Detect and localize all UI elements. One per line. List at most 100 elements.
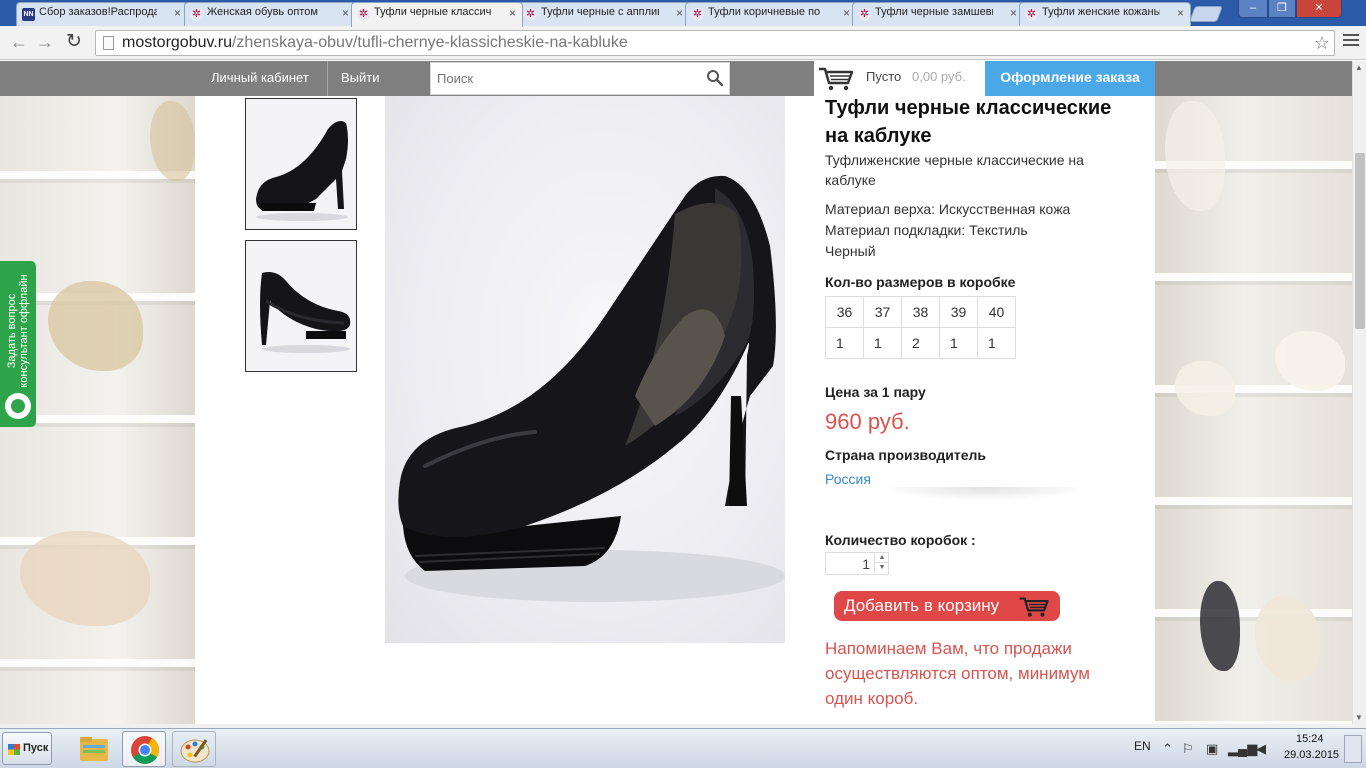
start-button[interactable]: Пуск: [2, 732, 52, 765]
browser-tab[interactable]: ✲ Туфли женские кожаные ×: [1019, 2, 1191, 26]
action-center-flag-icon[interactable]: ⚐: [1182, 741, 1194, 757]
back-arrow-icon[interactable]: ←: [10, 32, 28, 52]
size-cell: 37: [863, 296, 902, 328]
consultant-line-2: консультант оффлайн: [18, 274, 30, 388]
close-tab-icon[interactable]: ×: [174, 6, 181, 20]
volume-icon[interactable]: ◀: [1256, 741, 1266, 757]
add-to-cart-button[interactable]: Добавить в корзину: [834, 591, 1060, 621]
usb-device-icon[interactable]: ▣: [1206, 741, 1218, 757]
tab-title: Туфли черные замшевые: [875, 6, 993, 18]
size-table: 36 37 38 39 40 1 1 2 1 1: [825, 296, 1016, 359]
scroll-thumb[interactable]: [1355, 153, 1365, 329]
country-link[interactable]: Россия: [825, 471, 871, 487]
add-to-cart-label: Добавить в корзину: [844, 596, 1000, 615]
count-cell: 2: [901, 327, 940, 359]
close-tab-icon[interactable]: ×: [509, 6, 516, 20]
product-title: Туфли черные классические на каблуке: [825, 97, 1112, 147]
main-product-image[interactable]: [385, 96, 785, 643]
nn-logo-icon: NN: [22, 8, 35, 21]
count-cell: 1: [825, 327, 864, 359]
count-row: 1 1 2 1 1: [825, 327, 1016, 359]
minimize-window-button[interactable]: –: [1238, 0, 1268, 18]
consultant-line-1: Задать вопрос: [6, 293, 18, 369]
reload-icon[interactable]: ↻: [66, 32, 82, 52]
spec-lining-material: Материал подкладки: Текстиль: [825, 222, 1028, 238]
page-viewport: Личный кабинет Выйти Пусто 0,00 руб. Офо…: [0, 61, 1352, 724]
shopping-cart-icon: [1019, 597, 1049, 617]
taskbar-paint[interactable]: [172, 731, 216, 767]
close-tab-icon[interactable]: ×: [342, 6, 349, 20]
count-cell: 1: [939, 327, 978, 359]
sizes-heading: Кол-во размеров в коробке: [825, 274, 1016, 290]
size-cell: 38: [901, 296, 940, 328]
show-desktop-button[interactable]: [1344, 735, 1362, 763]
language-indicator[interactable]: EN: [1134, 739, 1151, 753]
background-shelves-right: [1155, 61, 1352, 724]
close-tab-icon[interactable]: ×: [1177, 6, 1184, 20]
windows-logo-icon: [8, 744, 20, 755]
start-label: Пуск: [23, 742, 49, 754]
url-path: /zhenskaya-obuv/tufli-chernye-klassiches…: [231, 34, 628, 51]
decorative-shoe: [1175, 361, 1235, 416]
decorative-shoe: [20, 531, 150, 626]
shoe-thumbnail-image: [260, 272, 351, 353]
windows-taskbar: Пуск EN ⌃ ⚐ ▣ ▂▄▆ ◀ 15:24 29.03.2015: [0, 728, 1366, 768]
decorative-shoe: [48, 281, 143, 371]
taskbar-explorer[interactable]: [72, 731, 116, 767]
browser-tab-active[interactable]: ✲ Туфли черные классические ×: [351, 2, 523, 27]
close-window-button[interactable]: ✕: [1296, 0, 1342, 18]
decorative-shoe: [1200, 581, 1240, 671]
chat-icon: [5, 393, 31, 419]
tab-title: Туфли черные классические: [374, 6, 492, 18]
product-thumbnail-2[interactable]: [245, 240, 357, 372]
tab-title: Туфли коричневые по: [708, 6, 821, 18]
search-icon[interactable]: [706, 68, 724, 88]
decorative-shoe: [1275, 331, 1345, 391]
search-input[interactable]: [430, 62, 730, 95]
count-cell: 1: [863, 327, 902, 359]
close-tab-icon[interactable]: ×: [1010, 6, 1017, 20]
quantity-input[interactable]: [826, 553, 874, 574]
tab-title: Туфли черные с аппликацией: [541, 6, 659, 18]
consultant-tab[interactable]: Задать вопрос консультант оффлайн: [0, 261, 36, 427]
taskbar-chrome[interactable]: [122, 731, 166, 767]
browser-toolbar: ← → ↻ mostorgobuv.ru/zhenskaya-obuv/tufl…: [0, 26, 1366, 60]
browser-tab[interactable]: ✲ Туфли коричневые по ×: [685, 2, 857, 26]
site-flower-icon: ✲: [858, 8, 871, 21]
browser-tab[interactable]: ✲ Туфли черные с аппликацией ×: [518, 2, 690, 26]
price-label: Цена за 1 пару: [825, 384, 926, 400]
network-signal-icon[interactable]: ▂▄▆: [1228, 741, 1257, 757]
black-high-heel-shoe-image: [398, 175, 785, 602]
account-link[interactable]: Личный кабинет: [211, 61, 309, 96]
logout-link[interactable]: Выйти: [341, 61, 380, 96]
checkout-button[interactable]: Оформление заказа: [985, 61, 1155, 96]
new-tab-button[interactable]: [1189, 6, 1223, 22]
tab-title: Туфли женские кожаные: [1042, 6, 1160, 18]
cart-status: Пусто: [866, 69, 902, 84]
browser-tab[interactable]: ✲ Женская обувь оптом ×: [184, 2, 356, 26]
scroll-down-arrow-icon[interactable]: ▼: [1355, 713, 1363, 722]
quantity-decrement-button[interactable]: ▼: [874, 563, 889, 573]
browser-tab[interactable]: NN Сбор заказов!Распродажа ×: [16, 2, 188, 26]
quantity-increment-button[interactable]: ▲: [874, 553, 889, 563]
spec-color: Черный: [825, 243, 876, 259]
address-bar[interactable]: mostorgobuv.ru/zhenskaya-obuv/tufli-cher…: [95, 30, 1335, 56]
site-flower-icon: ✲: [691, 8, 704, 21]
cart-summary[interactable]: Пусто 0,00 руб.: [814, 61, 985, 96]
close-tab-icon[interactable]: ×: [676, 6, 683, 20]
clock-time[interactable]: 15:24: [1296, 733, 1324, 745]
browser-tab[interactable]: ✲ Туфли черные замшевые ×: [852, 2, 1024, 26]
cart-total: 0,00 руб.: [912, 69, 966, 84]
site-flower-icon: ✲: [524, 8, 537, 21]
scroll-up-arrow-icon[interactable]: ▲: [1355, 63, 1363, 72]
bookmark-star-icon[interactable]: ☆: [1314, 31, 1330, 55]
clock-date[interactable]: 29.03.2015: [1284, 749, 1339, 761]
maximize-window-button[interactable]: ❐: [1268, 0, 1296, 18]
chrome-menu-icon[interactable]: [1343, 34, 1359, 49]
tray-expand-icon[interactable]: ⌃: [1162, 741, 1173, 757]
size-cell: 39: [939, 296, 978, 328]
forward-arrow-icon[interactable]: →: [36, 32, 54, 52]
product-thumbnail-1[interactable]: [245, 98, 357, 230]
close-tab-icon[interactable]: ×: [843, 6, 850, 20]
vertical-scrollbar[interactable]: ▲ ▼: [1352, 61, 1366, 724]
